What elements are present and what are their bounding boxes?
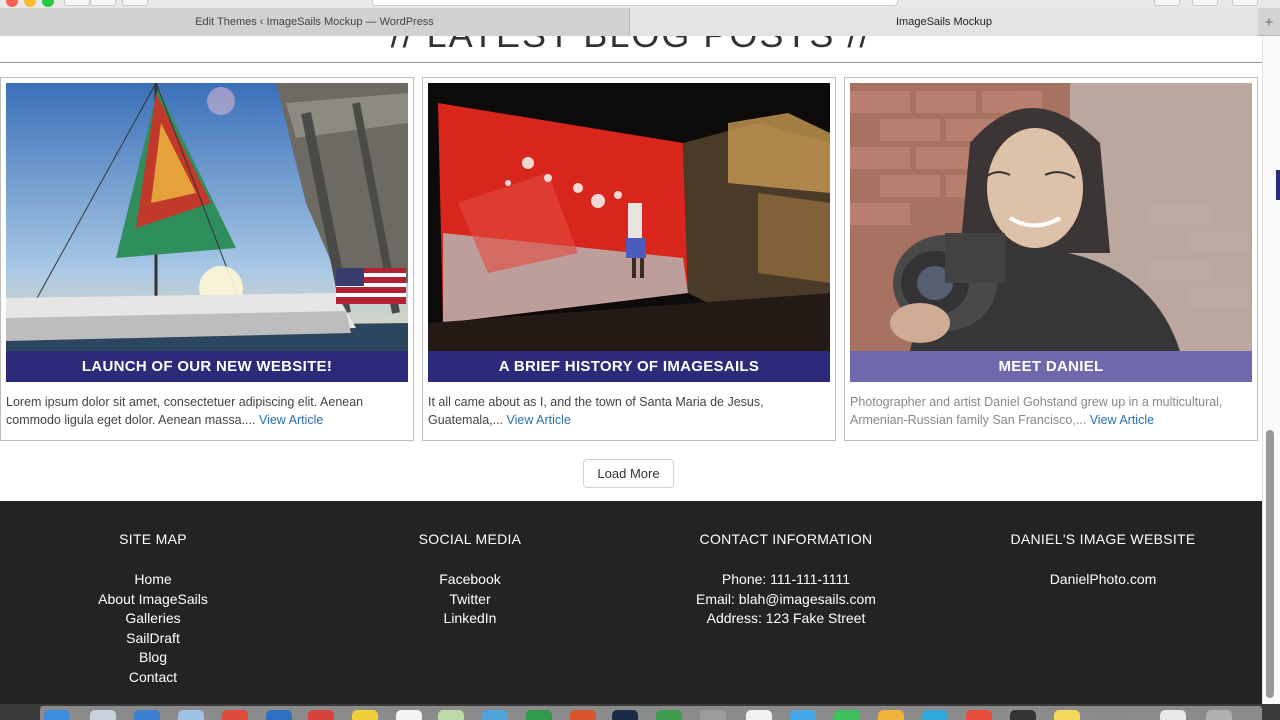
footer-site-map: SITE MAP Home About ImageSails Galleries… [13,531,293,688]
blog-card-title[interactable]: A BRIEF HISTORY OF IMAGESAILS [428,351,830,382]
calendar-icon[interactable] [308,710,334,720]
footer-image-website: DANIEL'S IMAGE WEBSITE DanielPhoto.com [963,531,1243,590]
tab-edit-themes[interactable]: Edit Themes ‹ ImageSails Mockup — WordPr… [0,8,630,36]
footer-heading: DANIEL'S IMAGE WEBSITE [1010,531,1196,547]
messages-icon[interactable] [834,710,860,720]
powerpoint-icon[interactable] [570,710,596,720]
trash-icon[interactable] [1206,710,1232,720]
footer-link-twitter[interactable]: Twitter [330,590,610,610]
appstore-icon[interactable] [790,710,816,720]
browser-toolbar [0,0,1280,8]
blog-card-title[interactable]: LAUNCH OF OUR NEW WEBSITE! [6,351,408,382]
safari-icon[interactable] [134,710,160,720]
notes-icon[interactable] [352,710,378,720]
photos-icon[interactable] [482,710,508,720]
footer-heading: SOCIAL MEDIA [418,531,522,547]
close-window-icon[interactable] [6,0,18,7]
back-button[interactable] [64,0,90,6]
load-more-button[interactable]: Load More [583,459,674,488]
footer-link-facebook[interactable]: Facebook [330,570,610,590]
app-icon[interactable] [966,710,992,720]
footer-link-danielphoto[interactable]: DanielPhoto.com [963,570,1243,590]
system-preferences-icon[interactable] [1098,710,1124,720]
footer-phone: Phone: 111-111-1111 [721,571,851,587]
blog-card: MEET DANIEL Photographer and artist Dani… [844,77,1258,441]
new-tab-button[interactable]: + [1258,8,1280,36]
address-bar[interactable] [372,0,898,6]
forward-button[interactable] [90,0,116,6]
footer-heading: SITE MAP [119,531,187,547]
terminal-icon[interactable] [1010,710,1036,720]
footer-contact-information: CONTACT INFORMATION Phone: 111-111-1111 … [646,531,926,629]
downloads-folder-icon[interactable] [1160,710,1186,720]
zoom-window-icon[interactable] [42,0,54,7]
footer-link-home[interactable]: Home [13,570,293,590]
footer-social-media: SOCIAL MEDIA Facebook Twitter LinkedIn [330,531,610,629]
downloads-button[interactable] [1232,0,1258,6]
blog-card-title[interactable]: MEET DANIEL [850,351,1252,382]
maps-icon[interactable] [438,710,464,720]
finder-icon[interactable] [44,710,70,720]
mail-icon[interactable] [178,710,204,720]
footer-link-blog[interactable]: Blog [13,648,293,668]
scrollbar-thumb[interactable] [1266,430,1274,698]
blog-card-excerpt: It all came about as I, and the town of … [428,395,764,427]
footer-email[interactable]: Email: blah@imagesails.com [646,590,926,610]
app-icon[interactable] [1054,710,1080,720]
blog-card-excerpt: Lorem ipsum dolor sit amet, consectetuer… [6,395,364,427]
reminders-icon[interactable] [396,710,422,720]
footer-link-about[interactable]: About ImageSails [13,590,293,610]
view-article-link[interactable]: View Article [507,413,571,427]
minimize-window-icon[interactable] [24,0,36,7]
ibooks-icon[interactable] [878,710,904,720]
dreamweaver-icon[interactable] [656,710,682,720]
excel-icon[interactable] [526,710,552,720]
footer-link-linkedin[interactable]: LinkedIn [330,609,610,629]
preview-icon[interactable] [700,710,726,720]
itunes-icon[interactable] [746,710,772,720]
view-article-link[interactable]: View Article [259,413,323,427]
footer-heading: CONTACT INFORMATION [699,531,873,547]
site-footer: SITE MAP Home About ImageSails Galleries… [0,501,1262,704]
blog-card: A BRIEF HISTORY OF IMAGESAILS It all cam… [422,77,836,441]
section-title: // LATEST BLOG POSTS // [0,36,1262,56]
tabs-overview-button[interactable] [1192,0,1218,6]
share-button[interactable] [1154,0,1180,6]
section-divider [0,62,1262,63]
footer-link-contact[interactable]: Contact [13,668,293,688]
footer-link-saildraft[interactable]: SailDraft [13,629,293,649]
projection-photo [428,83,830,351]
blog-card-image[interactable] [850,83,1252,351]
footer-address: Address: 123 Fake Street [706,610,866,627]
side-accent [1276,170,1280,200]
blog-card-image[interactable] [428,83,830,351]
view-article-link[interactable]: View Article [1090,413,1154,427]
launchpad-icon[interactable] [90,710,116,720]
skype-icon[interactable] [922,710,948,720]
footer-link-galleries[interactable]: Galleries [13,609,293,629]
blog-card-image[interactable] [6,83,408,351]
blog-card-excerpt: Photographer and artist Daniel Gohstand … [850,395,1223,427]
sailboat-photo [6,83,408,351]
photoshop-icon[interactable] [612,710,638,720]
sidebar-toggle-button[interactable] [122,0,148,6]
tab-imagesails-mockup[interactable]: ImageSails Mockup [630,8,1258,36]
tab-bar: Edit Themes ‹ ImageSails Mockup — WordPr… [0,8,1280,36]
portrait-photo [850,83,1252,351]
chrome-icon[interactable] [222,710,248,720]
blog-card: LAUNCH OF OUR NEW WEBSITE! Lorem ipsum d… [0,77,414,441]
app-icon[interactable] [266,710,292,720]
page-content: // LATEST BLOG POSTS // [0,36,1262,704]
